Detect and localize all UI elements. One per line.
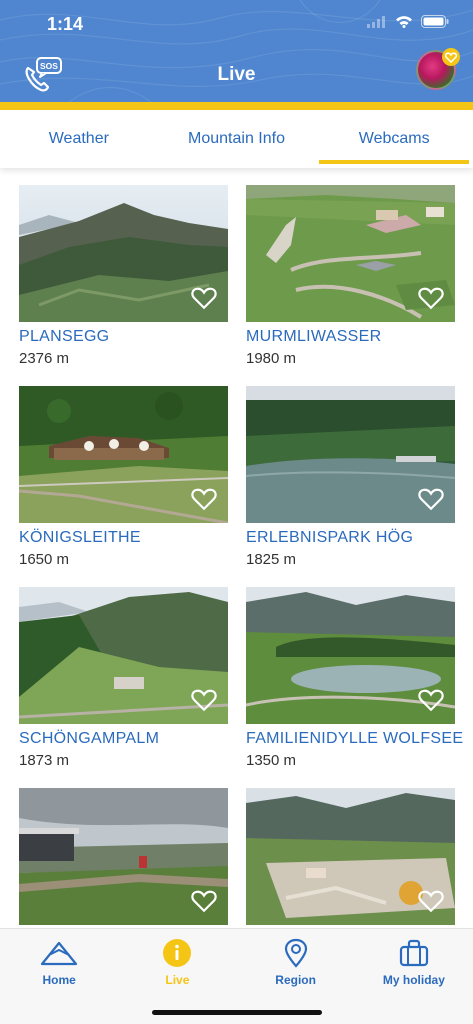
webcam-name[interactable]: FAMILIENIDYLLE WOLFSEE [246, 730, 463, 748]
webcam-card-familienidylle-wolfsee[interactable]: FAMILIENIDYLLE WOLFSEE 1350 m [246, 587, 463, 787]
tab-weather[interactable]: Weather [0, 110, 158, 168]
webcam-image[interactable] [19, 788, 228, 925]
nav-home[interactable]: Home [0, 929, 118, 1024]
webcam-name[interactable]: ERLEBNISPARK HÖG [246, 529, 455, 547]
info-icon [163, 939, 192, 967]
nav-live-label: Live [165, 973, 190, 987]
mountain-icon [41, 941, 78, 966]
webcam-altitude: 2376 m [19, 350, 70, 367]
favorite-badge-icon [442, 48, 460, 66]
favorite-heart-icon[interactable] [418, 889, 444, 913]
webcam-image[interactable] [19, 185, 228, 322]
webcam-image[interactable] [19, 587, 228, 724]
webcam-name[interactable]: KÖNIGSLEITHE [19, 529, 228, 547]
webcam-name[interactable]: SCHÖNGAMPALM [19, 730, 228, 748]
favorite-heart-icon[interactable] [418, 286, 444, 310]
webcam-image[interactable] [246, 386, 455, 523]
webcam-image[interactable] [246, 587, 455, 724]
webcam-image[interactable] [246, 788, 455, 925]
webcam-image[interactable] [246, 185, 455, 322]
webcam-card-erlebnispark-hoeg[interactable]: ERLEBNISPARK HÖG 1825 m [246, 386, 455, 586]
nav-region-label: Region [275, 973, 316, 987]
webcam-altitude: 1873 m [19, 752, 70, 769]
webcam-image[interactable] [19, 386, 228, 523]
favorite-heart-icon[interactable] [191, 487, 217, 511]
nav-my-holiday-label: My holiday [382, 973, 445, 987]
webcam-card-schoengampalm[interactable]: SCHÖNGAMPALM 1873 m [19, 587, 228, 787]
webcam-name[interactable]: PLANSEGG [19, 328, 228, 346]
signal-icon [367, 15, 385, 28]
webcam-name[interactable]: MURMLIWASSER [246, 328, 455, 346]
header-accent-bar [0, 102, 473, 110]
wifi-icon [396, 16, 412, 28]
location-pin-icon [284, 938, 307, 968]
webcam-card-plansegg[interactable]: PLANSEGG 2376 m [19, 185, 228, 385]
webcam-card-koenigsleithe[interactable]: KÖNIGSLEITHE 1650 m [19, 386, 228, 586]
favorite-heart-icon[interactable] [191, 286, 217, 310]
favorite-heart-icon[interactable] [191, 688, 217, 712]
tab-bar: Weather Mountain Info Webcams [0, 110, 473, 168]
tab-mountain-info[interactable]: Mountain Info [158, 110, 316, 168]
webcam-card-murmliwasser[interactable]: MURMLIWASSER 1980 m [246, 185, 455, 385]
app-header: 1:14 SOS Live [0, 0, 473, 110]
webcam-altitude: 1650 m [19, 551, 70, 568]
tab-webcams[interactable]: Webcams [315, 110, 473, 168]
battery-icon [421, 15, 449, 28]
nav-home-label: Home [42, 973, 76, 987]
status-icons [367, 15, 449, 28]
favorite-heart-icon[interactable] [418, 487, 444, 511]
page-title: Live [217, 64, 256, 85]
suitcase-icon [399, 939, 428, 967]
status-time: 1:14 [47, 14, 84, 34]
webcam-altitude: 1350 m [246, 752, 297, 769]
favorite-heart-icon[interactable] [418, 688, 444, 712]
favorite-heart-icon[interactable] [191, 889, 217, 913]
nav-my-holiday[interactable]: My holiday [355, 929, 473, 1024]
bottom-navigation: Home Live Region My holiday [0, 928, 473, 1024]
webcam-altitude: 1825 m [246, 551, 297, 568]
webcam-altitude: 1980 m [246, 350, 297, 367]
home-indicator [152, 1010, 322, 1015]
